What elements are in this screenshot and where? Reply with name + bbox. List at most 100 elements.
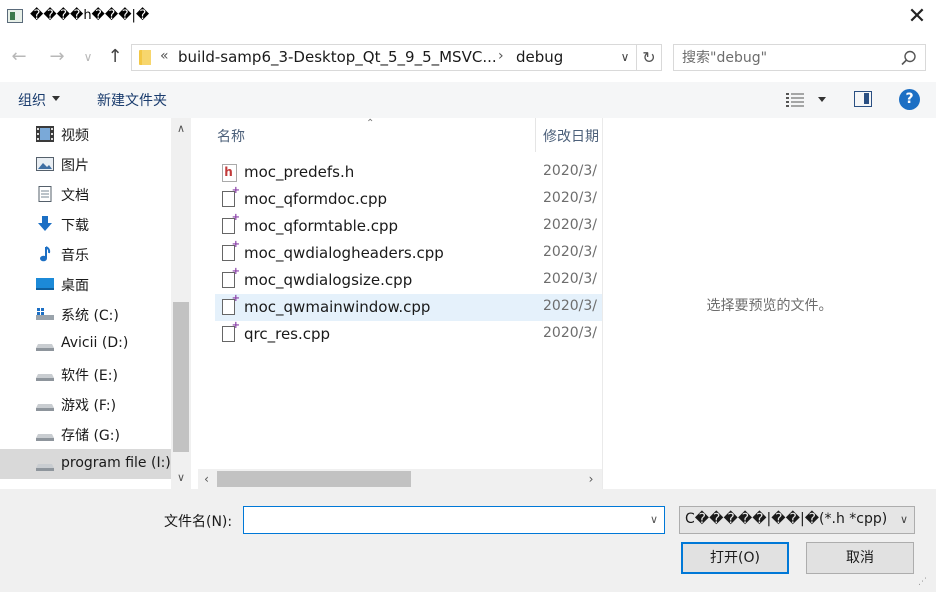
pictures-icon [36, 157, 54, 171]
organize-button[interactable]: 组织 [18, 90, 46, 110]
scrollbar-thumb[interactable] [217, 471, 411, 487]
filename-dropdown-icon[interactable]: ∨ [644, 507, 664, 533]
scroll-left-icon[interactable]: ‹ [198, 469, 215, 489]
documents-icon [38, 186, 52, 202]
view-options-icon[interactable] [786, 92, 804, 108]
file-row[interactable]: h moc_predefs.h 2020/3/ [215, 159, 602, 186]
navigation-pane[interactable]: 视频 图片 文档 下载 音乐 桌面 系统 (C:) Avicii (D:) 软件… [0, 118, 191, 489]
scroll-up-icon[interactable]: ∧ [171, 118, 191, 140]
file-row[interactable]: moc_qwmainwindow.cpp 2020/3/ [215, 293, 602, 321]
back-arrow-icon[interactable]: ← [6, 44, 32, 70]
command-bar: 组织 新建文件夹 ? [0, 82, 936, 118]
recent-locations-chevron-icon[interactable]: ∨ [78, 44, 98, 70]
nav-item-label: 音乐 [61, 248, 89, 264]
nav-item-label: 图片 [61, 158, 89, 174]
folder-icon [139, 50, 151, 65]
column-name-header[interactable]: 名称 [217, 126, 245, 146]
system-drive-icon [36, 308, 54, 320]
breadcrumb-separator-icon[interactable]: › [498, 48, 504, 64]
file-list[interactable]: ⌃ 名称 修改日期 h moc_predefs.h 2020/3/ moc_qf… [198, 118, 602, 489]
preview-pane: 选择要预览的文件。 [602, 118, 936, 489]
dialog-footer: 文件名(N): ∨ C�����|��|�(*.h *cpp) ∨ 打开(O) … [0, 489, 936, 592]
nav-item-pictures[interactable]: 图片 [0, 149, 171, 179]
filename-label: 文件名(N): [164, 514, 233, 530]
scroll-down-icon[interactable]: ∨ [171, 467, 191, 489]
forward-arrow-icon[interactable]: → [44, 44, 70, 70]
pane-splitter[interactable] [191, 118, 198, 489]
file-name: moc_qformtable.cpp [244, 217, 399, 235]
organize-caret-icon[interactable] [52, 96, 60, 101]
preview-pane-toggle-icon[interactable] [854, 91, 872, 107]
scrollbar-thumb[interactable] [173, 302, 189, 452]
file-date: 2020/3/ [543, 190, 597, 206]
new-folder-button[interactable]: 新建文件夹 [97, 90, 167, 110]
cancel-button[interactable]: 取消 [806, 542, 914, 574]
drive-icon [36, 464, 54, 471]
view-options-caret-icon[interactable] [818, 97, 826, 102]
file-row[interactable]: moc_qformtable.cpp 2020/3/ [215, 212, 602, 240]
title-bar: ����h���|� ✕ [0, 0, 936, 34]
open-button[interactable]: 打开(O) [681, 542, 789, 574]
nav-item-label: 下载 [61, 218, 89, 234]
filename-input[interactable] [248, 510, 638, 530]
nav-item-drive-i[interactable]: program file (I:) [0, 449, 171, 479]
nav-item-desktop[interactable]: 桌面 [0, 269, 171, 299]
nav-item-videos[interactable]: 视频 [0, 119, 171, 149]
file-date: 2020/3/ [543, 163, 597, 179]
video-icon [36, 126, 54, 142]
nav-item-documents[interactable]: 文档 [0, 179, 171, 209]
nav-item-music[interactable]: 音乐 [0, 239, 171, 269]
column-date-header[interactable]: 修改日期 [543, 126, 599, 146]
search-input[interactable] [682, 48, 892, 67]
horizontal-scrollbar[interactable]: ‹ › [198, 469, 602, 489]
search-box[interactable] [673, 44, 926, 71]
file-name: moc_qwdialogheaders.cpp [244, 244, 444, 262]
file-row[interactable]: moc_qwdialogsize.cpp 2020/3/ [215, 266, 602, 294]
help-icon[interactable]: ? [899, 89, 920, 110]
address-bar[interactable]: « build-samp6_3-Desktop_Qt_5_9_5_MSVC...… [131, 44, 662, 71]
overflow-chevron-icon[interactable]: « [160, 48, 169, 64]
nav-item-drive-e[interactable]: 软件 (E:) [0, 359, 171, 389]
nav-scrollbar[interactable]: ∧ ∨ [171, 118, 191, 489]
drive-icon [36, 374, 54, 381]
nav-item-label: 游戏 (F:) [61, 398, 117, 414]
nav-item-label: 软件 (E:) [61, 368, 118, 384]
nav-item-drive-d[interactable]: Avicii (D:) [0, 329, 171, 359]
nav-item-label: program file (I:) [61, 455, 171, 471]
filter-dropdown-icon[interactable]: ∨ [894, 507, 914, 533]
refresh-icon[interactable]: ↻ [636, 45, 661, 70]
file-name: moc_qformdoc.cpp [244, 190, 388, 208]
column-header: ⌃ 名称 修改日期 [198, 118, 602, 152]
close-button[interactable]: ✕ [900, 2, 934, 32]
nav-item-drive-c[interactable]: 系统 (C:) [0, 299, 171, 329]
nav-item-label: 视频 [61, 128, 89, 144]
breadcrumb-parent[interactable]: build-samp6_3-Desktop_Qt_5_9_5_MSVC... [178, 48, 497, 66]
search-icon[interactable] [900, 49, 918, 67]
file-row[interactable]: moc_qwdialogheaders.cpp 2020/3/ [215, 239, 602, 267]
up-arrow-icon[interactable]: ↑ [102, 44, 128, 70]
file-type-filter[interactable]: C�����|��|�(*.h *cpp) ∨ [679, 506, 915, 534]
nav-item-label: 系统 (C:) [61, 308, 119, 324]
nav-item-drive-g[interactable]: 存储 (G:) [0, 419, 171, 449]
nav-item-label: 文档 [61, 188, 89, 204]
file-date: 2020/3/ [543, 271, 597, 287]
sort-caret-icon: ⌃ [366, 118, 375, 129]
filename-combo[interactable]: ∨ [243, 506, 665, 534]
file-date: 2020/3/ [543, 325, 597, 341]
drive-icon [36, 404, 54, 411]
nav-item-drive-f[interactable]: 游戏 (F:) [0, 389, 171, 419]
file-row[interactable]: qrc_res.cpp 2020/3/ [215, 320, 602, 348]
resize-grip-icon[interactable]: ⋰ [918, 577, 932, 589]
downloads-icon [38, 216, 52, 231]
breadcrumb-current[interactable]: debug [516, 48, 563, 66]
cpp-file-icon [222, 266, 240, 288]
nav-item-label: Avicii (D:) [61, 335, 129, 351]
scroll-right-icon[interactable]: › [581, 469, 601, 489]
column-divider[interactable] [535, 118, 536, 152]
address-dropdown-icon[interactable]: ∨ [614, 45, 636, 70]
header-file-icon: h [222, 164, 237, 182]
nav-item-downloads[interactable]: 下载 [0, 209, 171, 239]
nav-item-label: 桌面 [61, 278, 89, 294]
drive-icon [36, 434, 54, 441]
file-row[interactable]: moc_qformdoc.cpp 2020/3/ [215, 185, 602, 213]
